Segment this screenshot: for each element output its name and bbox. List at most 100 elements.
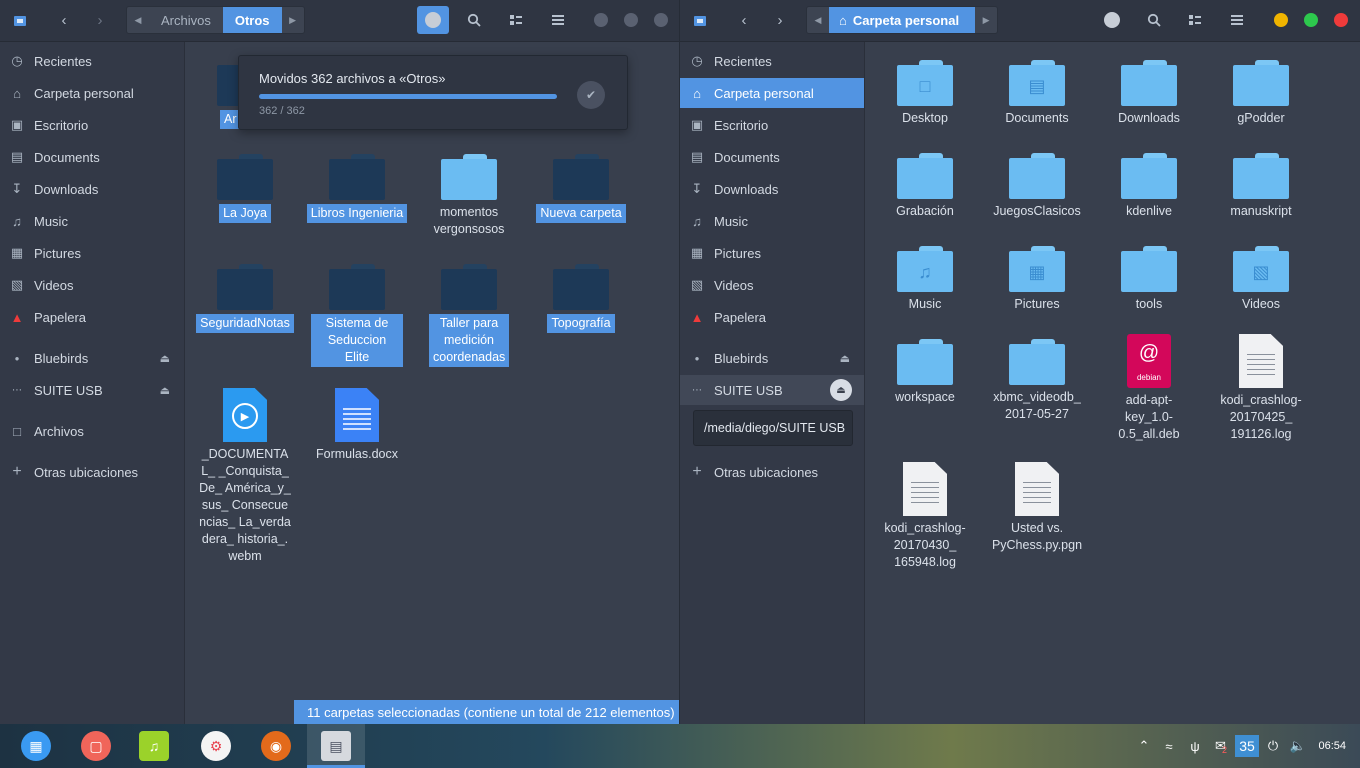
music-player-icon[interactable]: ♫: [139, 731, 169, 761]
folder-item[interactable]: Grabación: [869, 153, 981, 220]
path-segment-carpeta-personal[interactable]: ⌂ Carpeta personal: [829, 7, 976, 33]
sidebar-item-music[interactable]: ♫ Music: [680, 206, 864, 236]
folder-item[interactable]: manuskript: [1205, 153, 1317, 220]
sidebar-item-carpeta-personal[interactable]: ⌂ Carpeta personal: [0, 78, 184, 108]
sidebar-item-escritorio[interactable]: ▣ Escritorio: [680, 110, 864, 140]
forward-button[interactable]: ›: [766, 6, 794, 34]
workspace-indicator[interactable]: 35: [1235, 735, 1259, 757]
sidebar-item-documents[interactable]: ▤ Documents: [0, 142, 184, 172]
sidebar-item-archivos[interactable]: □ Archivos: [0, 416, 184, 446]
sidebar-item-otras-ubicaciones[interactable]: + Otras ubicaciones: [680, 457, 864, 487]
file-item[interactable]: @ debian add-apt-key_1.0- 0.5_all.deb: [1093, 334, 1205, 443]
folder-item[interactable]: Taller para medición coordenadas: [413, 264, 525, 367]
operation-done-button[interactable]: ✔: [577, 81, 605, 109]
folder-item[interactable]: Topografía: [525, 264, 637, 333]
sidebar-item-downloads[interactable]: ↧ Downloads: [680, 174, 864, 204]
path-segment-archivos[interactable]: Archivos: [149, 7, 223, 33]
volume-icon[interactable]: 🔈: [1289, 724, 1307, 768]
path-segment-otros[interactable]: Otros: [222, 7, 282, 33]
folder-item[interactable]: SeguridadNotas: [189, 264, 301, 333]
minimize-button[interactable]: [594, 13, 608, 27]
sidebar-item-suite-usb[interactable]: ⋯ SUITE USB ⏏: [0, 375, 184, 405]
pathbar-right-arrow-icon[interactable]: ▶: [975, 7, 997, 33]
app-menu-icon[interactable]: [6, 6, 34, 34]
close-button[interactable]: [654, 13, 668, 27]
sidebar-item-recientes[interactable]: ◷ Recientes: [0, 46, 184, 76]
notification-icon[interactable]: ✉ 2: [1211, 724, 1231, 768]
folder-item[interactable]: ▦ Pictures: [981, 246, 1093, 313]
sidebar-item-documents[interactable]: ▤ Documents: [680, 142, 864, 172]
screen-recorder-icon[interactable]: ▢: [81, 731, 111, 761]
sidebar-item-bluebirds[interactable]: ● Bluebirds ⏏: [680, 343, 864, 373]
eject-icon[interactable]: ⏏: [830, 379, 852, 401]
eject-icon[interactable]: ⏏: [160, 352, 170, 365]
minimize-button[interactable]: [1274, 13, 1288, 27]
settings-icon[interactable]: ⚙: [201, 731, 231, 761]
tray-expand-icon[interactable]: ⌃: [1136, 724, 1152, 768]
pathbar-right-arrow-icon[interactable]: ▶: [282, 7, 304, 33]
folder-item[interactable]: □ Desktop: [869, 60, 981, 127]
folder-item[interactable]: workspace: [869, 339, 981, 406]
sidebar-item-otras-ubicaciones[interactable]: + Otras ubicaciones: [0, 457, 184, 487]
sidebar-item-pictures[interactable]: ▦ Pictures: [0, 238, 184, 268]
folder-item[interactable]: ▤ Documents: [981, 60, 1093, 127]
file-item[interactable]: Formulas.docx: [301, 388, 413, 463]
folder-item[interactable]: La Joya: [189, 154, 301, 223]
folder-item[interactable]: Downloads: [1093, 60, 1205, 127]
sidebar-item-escritorio[interactable]: ▣ Escritorio: [0, 110, 184, 140]
folder-item[interactable]: momentos vergonsosos: [413, 154, 525, 238]
firefox-icon[interactable]: ◉: [261, 731, 291, 761]
close-button[interactable]: [1334, 13, 1348, 27]
forward-button[interactable]: ›: [86, 6, 114, 34]
search-button[interactable]: [1140, 6, 1168, 34]
power-icon[interactable]: ⏻: [1264, 724, 1282, 768]
search-button[interactable]: [460, 6, 488, 34]
sidebar-item-videos[interactable]: ▧ Videos: [680, 270, 864, 300]
usb-tray-icon[interactable]: ψ: [1187, 724, 1203, 768]
file-item[interactable]: Usted vs. PyChess.py.pgn: [981, 462, 1093, 554]
view-options-button[interactable]: [502, 6, 530, 34]
folder-item[interactable]: kdenlive: [1093, 153, 1205, 220]
folder-item[interactable]: xbmc_videodb_ 2017-05-27: [981, 339, 1093, 423]
folder-item[interactable]: ▧ Videos: [1205, 246, 1317, 313]
sidebar-item-bluebirds[interactable]: ● Bluebirds ⏏: [0, 343, 184, 373]
file-label: Pictures: [1014, 297, 1060, 311]
sidebar-item-music[interactable]: ♫ Music: [0, 206, 184, 236]
folder-item[interactable]: Sistema de Seduccion Elite: [301, 264, 413, 367]
pathbar-left-arrow-icon[interactable]: ◀: [127, 7, 149, 33]
sidebar-item-suite-usb[interactable]: ⋯ SUITE USB ⏏: [680, 375, 864, 405]
sidebar-item-papelera[interactable]: ▲ Papelera: [0, 302, 184, 332]
sidebar-item-videos[interactable]: ▧ Videos: [0, 270, 184, 300]
eject-icon[interactable]: ⏏: [160, 384, 170, 397]
folder-item[interactable]: JuegosClasicos: [981, 153, 1093, 220]
folder-item[interactable]: gPodder: [1205, 60, 1317, 127]
eject-icon[interactable]: ⏏: [840, 352, 850, 365]
operations-button[interactable]: [417, 6, 449, 34]
maximize-button[interactable]: [624, 13, 638, 27]
file-item[interactable]: kodi_crashlog- 20170425_ 191126.log: [1205, 334, 1317, 443]
pathbar-left-arrow-icon[interactable]: ◀: [807, 7, 829, 33]
sidebar-item-downloads[interactable]: ↧ Downloads: [0, 174, 184, 204]
menu-button[interactable]: [544, 6, 572, 34]
file-item[interactable]: kodi_crashlog- 20170430_ 165948.log: [869, 462, 981, 571]
app-menu-icon[interactable]: [686, 6, 714, 34]
sidebar-item-recientes[interactable]: ◷ Recientes: [680, 46, 864, 76]
sidebar-item-papelera[interactable]: ▲ Papelera: [680, 302, 864, 332]
back-button[interactable]: ‹: [50, 6, 78, 34]
maximize-button[interactable]: [1304, 13, 1318, 27]
operations-button[interactable]: [1098, 6, 1126, 34]
folder-item[interactable]: ♫ Music: [869, 246, 981, 313]
sidebar-item-carpeta-personal[interactable]: ⌂ Carpeta personal: [680, 78, 864, 108]
file-manager-icon[interactable]: ▤: [321, 731, 351, 761]
folder-item[interactable]: Libros Ingenieria: [301, 154, 413, 223]
view-options-button[interactable]: [1181, 6, 1209, 34]
wifi-icon[interactable]: ≈: [1160, 724, 1178, 768]
sidebar-item-pictures[interactable]: ▦ Pictures: [680, 238, 864, 268]
back-button[interactable]: ‹: [730, 6, 758, 34]
menu-button[interactable]: [1223, 6, 1251, 34]
launcher-icon[interactable]: ▦: [21, 731, 51, 761]
file-item[interactable]: ▶ _DOCUMENTAL_ _Conquista_De_ América_y_…: [189, 388, 301, 565]
folder-item[interactable]: Nueva carpeta: [525, 154, 637, 223]
folder-item[interactable]: tools: [1093, 246, 1205, 313]
clock[interactable]: 06:54: [1318, 724, 1346, 768]
